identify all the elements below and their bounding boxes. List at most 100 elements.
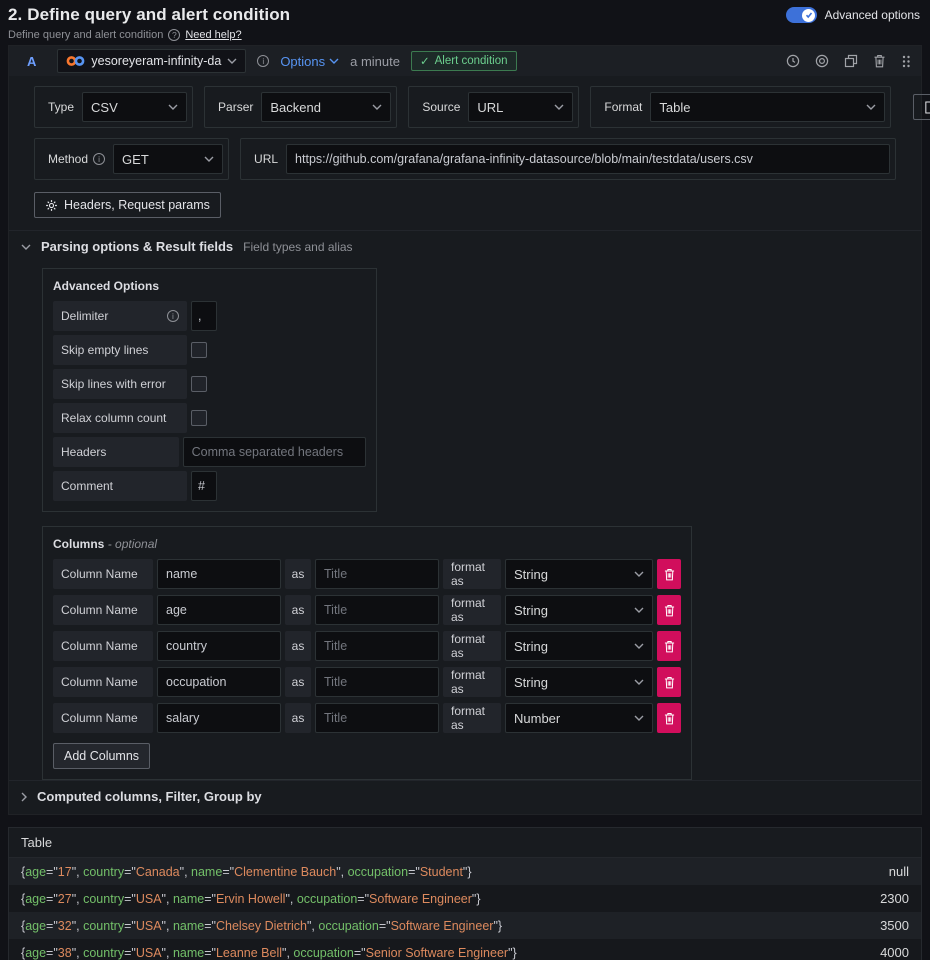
method-label: Method i: [40, 152, 113, 166]
delete-column-button[interactable]: [657, 631, 681, 661]
page-title: 2. Define query and alert condition: [8, 5, 290, 25]
trash-icon: [664, 604, 675, 617]
delete-column-button[interactable]: [657, 667, 681, 697]
as-label: as: [285, 559, 311, 589]
format-as-label: format as: [443, 667, 501, 697]
chevron-down-icon: [634, 643, 644, 649]
chevron-down-icon: [634, 679, 644, 685]
column-format-select[interactable]: Number: [505, 703, 653, 733]
chevron-down-icon: [554, 104, 564, 110]
advanced-options-label: Advanced options: [825, 8, 920, 22]
as-label: as: [285, 703, 311, 733]
column-title-input[interactable]: [315, 703, 439, 733]
method-select[interactable]: GET: [113, 144, 223, 174]
skip-lines-with-error-label: Skip lines with error: [53, 369, 187, 399]
computed-columns-title: Computed columns, Filter, Group by: [37, 789, 262, 804]
gear-icon: [45, 199, 58, 212]
column-format-value: String: [514, 639, 626, 654]
column-name-input[interactable]: [157, 667, 281, 697]
format-as-label: format as: [443, 631, 501, 661]
column-title-input[interactable]: [315, 559, 439, 589]
parsing-options-title: Parsing options & Result fields: [41, 239, 233, 254]
query-row-header: A yesoreyeram-infinity-da i Options a mi…: [9, 46, 921, 76]
column-row: Column Name as format as String: [53, 631, 681, 661]
delete-column-button[interactable]: [657, 703, 681, 733]
column-row: Column Name as format as String: [53, 559, 681, 589]
skip-empty-lines-checkbox[interactable]: [191, 342, 207, 358]
duplicate-icon[interactable]: [844, 54, 858, 68]
parser-label: Parser: [210, 100, 261, 114]
source-select[interactable]: URL: [468, 92, 573, 122]
method-field-group: Method i GET: [34, 138, 229, 180]
parser-field-group: Parser Backend: [204, 86, 397, 128]
delete-column-button[interactable]: [657, 559, 681, 589]
table-row: {age="32", country="USA", name="Chelsey …: [9, 912, 921, 939]
url-field-group: URL: [240, 138, 896, 180]
chevron-down-icon: [634, 571, 644, 577]
chevron-down-icon: [634, 715, 644, 721]
trash-icon: [664, 712, 675, 725]
table-panel-title: Table: [9, 828, 921, 858]
parsing-options-section-header[interactable]: Parsing options & Result fields Field ty…: [9, 230, 921, 262]
comment-input[interactable]: [191, 471, 217, 501]
relax-column-count-checkbox[interactable]: [191, 410, 207, 426]
advanced-options-toggle[interactable]: [786, 7, 817, 23]
chevron-down-icon: [204, 156, 214, 162]
headers-input[interactable]: [183, 437, 366, 467]
delimiter-label: Delimiter i: [53, 301, 187, 331]
column-name-input[interactable]: [157, 631, 281, 661]
trash-icon: [664, 676, 675, 689]
help-button[interactable]: Help: [913, 94, 930, 120]
column-name-label: Column Name: [53, 667, 153, 697]
datasource-picker[interactable]: yesoreyeram-infinity-da: [57, 49, 246, 73]
format-select[interactable]: Table: [650, 92, 885, 122]
document-icon: [924, 101, 930, 114]
need-help-link[interactable]: Need help?: [185, 29, 241, 41]
url-input[interactable]: [286, 144, 890, 174]
delete-query-icon[interactable]: [873, 54, 886, 68]
add-columns-button[interactable]: Add Columns: [53, 743, 150, 769]
format-as-label: format as: [443, 595, 501, 625]
drag-handle[interactable]: [901, 55, 911, 68]
options-button[interactable]: Options: [280, 54, 339, 69]
parser-select[interactable]: Backend: [261, 92, 391, 122]
type-label: Type: [40, 100, 82, 114]
page-subtitle: Define query and alert condition: [8, 29, 163, 41]
headers-request-params-button[interactable]: Headers, Request params: [34, 192, 221, 218]
format-field-group: Format Table: [590, 86, 891, 128]
url-label: URL: [246, 152, 286, 166]
format-as-label: format as: [443, 703, 501, 733]
record-target-icon[interactable]: [815, 54, 829, 68]
column-title-input[interactable]: [315, 667, 439, 697]
datasource-name: yesoreyeram-infinity-da: [91, 54, 221, 68]
column-title-input[interactable]: [315, 595, 439, 625]
column-format-value: String: [514, 675, 626, 690]
column-title-input[interactable]: [315, 631, 439, 661]
column-format-select[interactable]: String: [505, 559, 653, 589]
column-name-input[interactable]: [157, 703, 281, 733]
skip-lines-with-error-checkbox[interactable]: [191, 376, 207, 392]
column-format-select[interactable]: String: [505, 631, 653, 661]
table-row: {age="38", country="USA", name="Leanne B…: [9, 939, 921, 960]
query-editor-panel: A yesoreyeram-infinity-da i Options a mi…: [8, 45, 922, 815]
row-result-value: null: [889, 864, 909, 879]
column-name-input[interactable]: [157, 595, 281, 625]
source-label: Source: [414, 100, 468, 114]
time-range-icon[interactable]: [786, 54, 800, 68]
columns-rows: Column Name as format as String Column N…: [53, 559, 681, 733]
column-name-input[interactable]: [157, 559, 281, 589]
delete-column-button[interactable]: [657, 595, 681, 625]
column-name-label: Column Name: [53, 559, 153, 589]
parsing-options-subtitle: Field types and alias: [243, 240, 352, 254]
relax-column-count-label: Relax column count: [53, 403, 187, 433]
table-row: {age="17", country="Canada", name="Cleme…: [9, 858, 921, 885]
format-label: Format: [596, 100, 650, 114]
help-question-icon: ?: [168, 29, 180, 41]
column-format-select[interactable]: String: [505, 595, 653, 625]
chevron-down-icon: [372, 104, 382, 110]
type-select[interactable]: CSV: [82, 92, 187, 122]
column-format-select[interactable]: String: [505, 667, 653, 697]
row-result-value: 3500: [880, 918, 909, 933]
computed-columns-section-header[interactable]: Computed columns, Filter, Group by: [9, 780, 921, 814]
delimiter-input[interactable]: [191, 301, 217, 331]
